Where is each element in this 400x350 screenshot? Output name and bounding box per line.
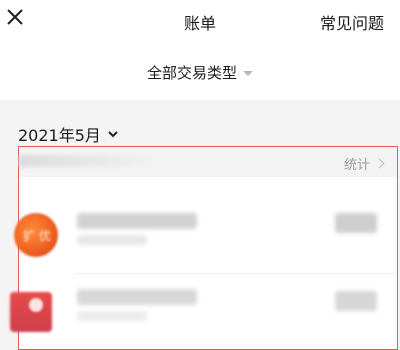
faq-link[interactable]: 常见问题 <box>320 10 384 34</box>
filter-label: 全部交易类型 <box>146 64 237 82</box>
blurred-amount <box>335 291 377 311</box>
blurred-summary <box>19 155 159 167</box>
blurred-subtitle <box>77 311 147 321</box>
list-item[interactable] <box>19 199 397 269</box>
chevron-right-icon <box>374 158 385 169</box>
avatar-mark <box>29 298 43 312</box>
stats-label: 统计 <box>343 158 370 173</box>
blurred-title <box>77 289 197 305</box>
avatar-text: 扩 优 <box>23 229 51 243</box>
bill-list: 统计 <box>18 146 398 350</box>
avatar <box>10 292 52 332</box>
blurred-amount <box>335 213 377 233</box>
bill-page: 账单 常见问题 全部交易类型 2021年5月 统计 扩 优 <box>0 0 400 350</box>
avatar: 扩 优 <box>14 213 58 257</box>
top-bar: 账单 常见问题 <box>0 0 400 40</box>
blurred-subtitle <box>77 235 147 245</box>
stats-link[interactable]: 统计 <box>343 154 385 173</box>
month-label: 2021年5月 <box>18 126 101 145</box>
transaction-type-filter[interactable]: 全部交易类型 <box>147 62 253 83</box>
transaction-filter-bar: 全部交易类型 <box>0 56 400 88</box>
blurred-title <box>77 213 197 229</box>
caret-down-icon <box>243 71 253 76</box>
chevron-down-icon <box>108 131 118 138</box>
list-item[interactable] <box>19 277 397 347</box>
month-summary-row: 统计 <box>19 147 397 177</box>
month-selector[interactable]: 2021年5月 <box>18 122 119 146</box>
divider <box>75 273 397 274</box>
